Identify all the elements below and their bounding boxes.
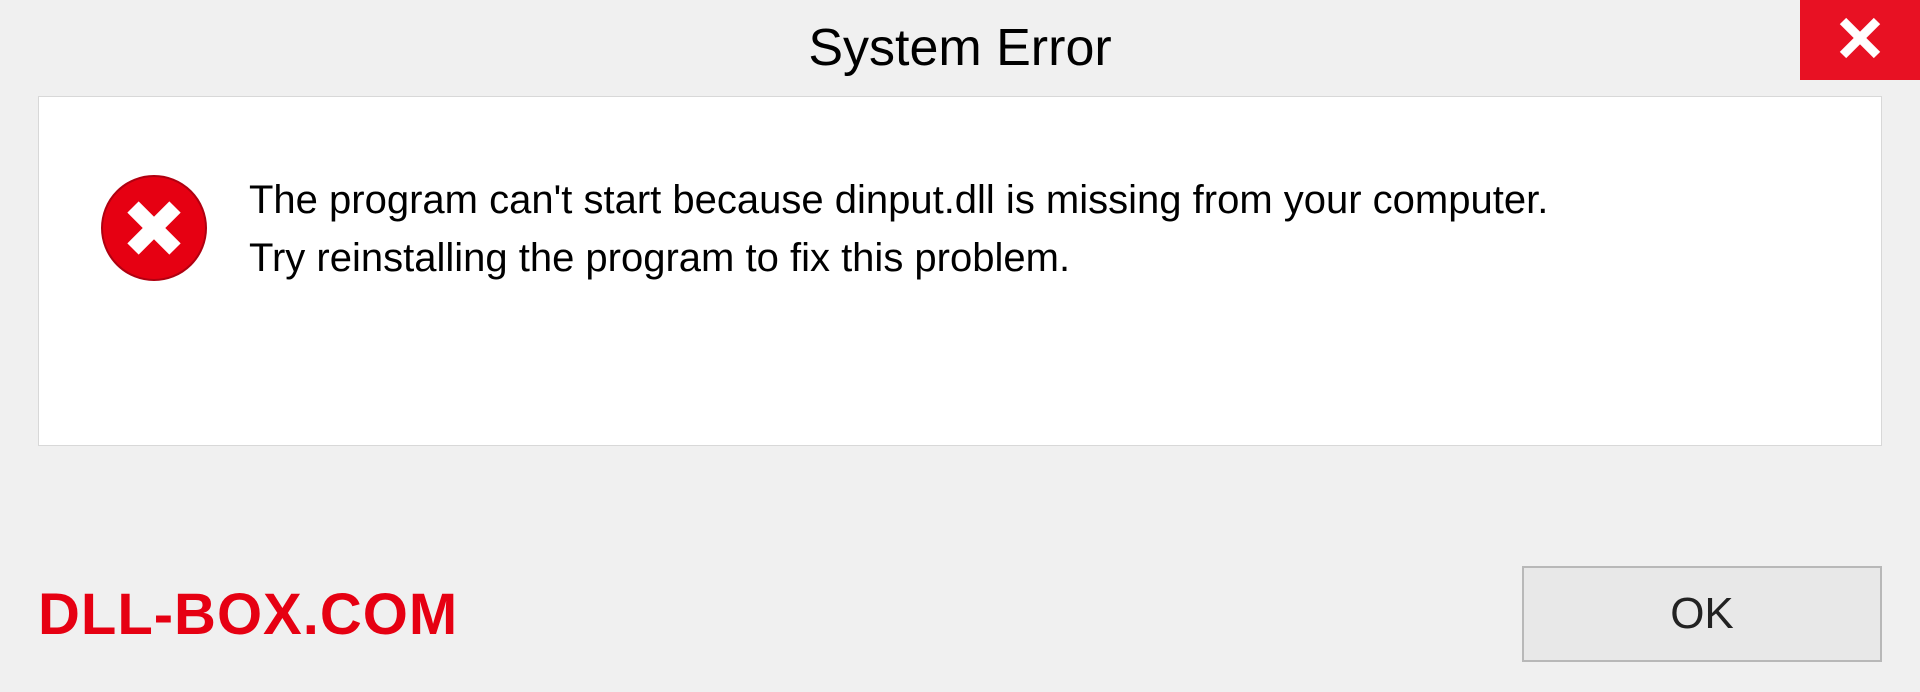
close-icon xyxy=(1835,13,1885,68)
ok-button[interactable]: OK xyxy=(1522,566,1882,662)
footer: DLL-BOX.COM OK xyxy=(38,566,1882,662)
error-message-line1: The program can't start because dinput.d… xyxy=(249,171,1821,229)
ok-button-label: OK xyxy=(1670,589,1734,639)
error-icon xyxy=(99,173,209,283)
titlebar: System Error xyxy=(0,0,1920,96)
close-button[interactable] xyxy=(1800,0,1920,80)
dialog-title: System Error xyxy=(808,18,1111,78)
error-message-line2: Try reinstalling the program to fix this… xyxy=(249,229,1821,287)
content-panel: The program can't start because dinput.d… xyxy=(38,96,1882,446)
error-message: The program can't start because dinput.d… xyxy=(249,167,1821,287)
watermark-text: DLL-BOX.COM xyxy=(38,581,458,648)
